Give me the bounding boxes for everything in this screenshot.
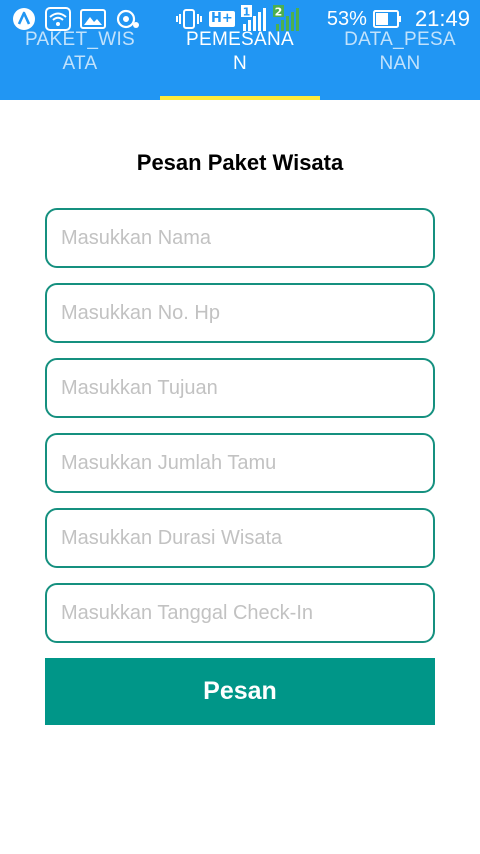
clock: 21:49 [414, 6, 470, 31]
wifi-icon [45, 7, 71, 31]
checkin-date-input[interactable] [47, 585, 433, 641]
network-type-icon: H+ [209, 11, 235, 27]
destination-field-box [45, 358, 435, 418]
duration-field-box [45, 508, 435, 568]
sim1-label: 1 [242, 6, 250, 19]
gallery-icon [80, 8, 106, 30]
tab-bar: PAKET_WISATA PEMESANAN DATA_PESANAN [0, 28, 480, 100]
vibrate-icon [175, 8, 203, 30]
destination-input[interactable] [47, 360, 433, 416]
submit-order-button[interactable]: Pesan [45, 658, 435, 725]
tab-indicator [160, 96, 320, 100]
battery-percent: 53% [326, 7, 367, 30]
app-a-icon [12, 7, 36, 31]
phone-input[interactable] [47, 285, 433, 341]
guest-count-field-box [45, 433, 435, 493]
tab-data-pesanan[interactable]: DATA_PESANAN [320, 28, 480, 100]
guest-count-input[interactable] [47, 435, 433, 491]
sync-icon [115, 7, 141, 31]
battery-icon [372, 9, 403, 29]
tab-paket-wisata[interactable]: PAKET_WISATA [0, 28, 160, 100]
duration-input[interactable] [47, 510, 433, 566]
sim2-label: 2 [274, 6, 282, 19]
status-bar: H+ 1 2 53% 21:49 [0, 0, 480, 38]
tab-pemesanan[interactable]: PEMESANAN [160, 28, 320, 100]
signal-sim1-icon: 1 [240, 5, 267, 33]
name-field-box [45, 208, 435, 268]
signal-sim2-icon: 2 [272, 5, 301, 33]
name-input[interactable] [47, 210, 433, 266]
form-title: Pesan Paket Wisata [136, 150, 344, 175]
checkin-date-field-box [45, 583, 435, 643]
phone-field-box [45, 283, 435, 343]
